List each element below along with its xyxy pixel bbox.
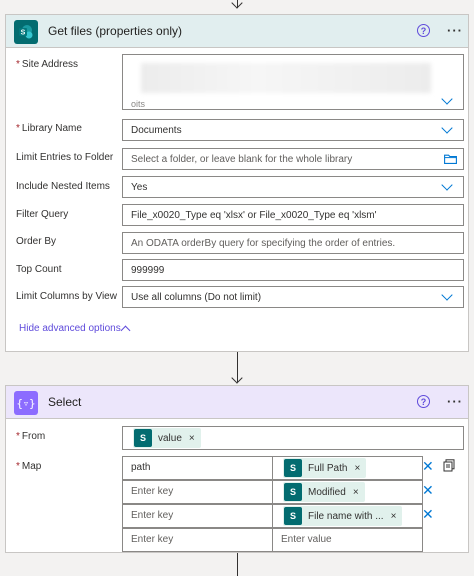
from-token-label: value bbox=[158, 432, 182, 444]
top-count-label: Top Count bbox=[16, 264, 62, 275]
help-icon[interactable]: ? bbox=[417, 395, 430, 408]
chevron-up-icon bbox=[120, 325, 131, 336]
map-key-input[interactable]: Enter key bbox=[122, 528, 273, 552]
select-card: {▿} Select ? ··· * From S value × * Map pa… bbox=[5, 385, 469, 553]
token-label: Modified bbox=[308, 486, 346, 498]
card-title: Get files (properties only) bbox=[48, 24, 183, 38]
help-icon[interactable]: ? bbox=[417, 24, 430, 37]
chevron-down-icon[interactable] bbox=[441, 122, 453, 134]
map-value-input[interactable]: S Full Path × bbox=[272, 456, 423, 480]
delete-row-icon[interactable]: ✕ bbox=[422, 507, 434, 521]
map-key-input[interactable]: Enter key bbox=[122, 480, 273, 504]
limit-folder-placeholder: Select a folder, or leave blank for the … bbox=[131, 154, 353, 165]
chevron-down-icon[interactable] bbox=[441, 179, 453, 191]
token-label: File name with ... bbox=[308, 510, 384, 522]
map-value-placeholder: Enter value bbox=[281, 534, 332, 545]
limit-columns-dropdown[interactable]: Use all columns (Do not limit) bbox=[122, 286, 464, 308]
select-header[interactable]: {▿} Select ? ··· bbox=[6, 386, 468, 419]
map-key-value: path bbox=[131, 462, 151, 473]
limit-folder-label: Limit Entries to Folder bbox=[16, 152, 114, 163]
hide-advanced-label: Hide advanced options bbox=[19, 323, 121, 334]
arrow-down-icon bbox=[231, 372, 243, 384]
folder-icon[interactable] bbox=[444, 154, 457, 164]
card-title: Select bbox=[48, 395, 82, 409]
top-count-input[interactable]: 999999 bbox=[122, 259, 464, 281]
remove-token-icon[interactable]: × bbox=[189, 433, 195, 444]
library-name-value: Documents bbox=[131, 125, 182, 136]
get-files-header[interactable]: S Get files (properties only) ? ··· bbox=[6, 15, 468, 48]
from-label: * From bbox=[16, 431, 46, 442]
sharepoint-icon: S bbox=[284, 507, 302, 525]
map-value-input[interactable]: S Modified × bbox=[272, 480, 423, 504]
sharepoint-icon: S bbox=[284, 459, 302, 477]
nested-dropdown[interactable]: Yes bbox=[122, 176, 464, 198]
delete-row-icon[interactable]: ✕ bbox=[422, 459, 434, 473]
map-key-placeholder: Enter key bbox=[131, 486, 174, 497]
get-files-card: S Get files (properties only) ? ··· * Sit… bbox=[5, 14, 469, 352]
order-by-label: Order By bbox=[16, 236, 57, 247]
limit-folder-field[interactable]: Select a folder, or leave blank for the … bbox=[122, 148, 464, 170]
map-value-input[interactable]: Enter value bbox=[272, 528, 423, 552]
limit-columns-label: Limit Columns by View bbox=[16, 291, 117, 302]
map-key-placeholder: Enter key bbox=[131, 534, 174, 545]
limit-columns-value: Use all columns (Do not limit) bbox=[131, 292, 262, 303]
arrow-down-icon bbox=[231, 0, 243, 9]
map-label: * Map bbox=[16, 461, 42, 472]
filter-query-label: Filter Query bbox=[16, 209, 69, 220]
hide-advanced-options-link[interactable]: Hide advanced options bbox=[19, 323, 131, 336]
filter-query-input[interactable]: File_x0020_Type eq 'xlsx' or File_x0020_… bbox=[122, 204, 464, 226]
library-name-label: * Library Name bbox=[16, 123, 82, 134]
connector-line-bottom bbox=[237, 553, 238, 576]
map-value-token[interactable]: S Modified × bbox=[283, 482, 365, 502]
remove-token-icon[interactable]: × bbox=[391, 511, 397, 522]
site-address-label: * Site Address bbox=[16, 59, 79, 70]
data-operation-icon: {▿} bbox=[14, 391, 38, 415]
nested-label: Include Nested Items bbox=[16, 181, 110, 192]
map-key-input[interactable]: path bbox=[122, 456, 273, 480]
top-count-value: 999999 bbox=[131, 265, 165, 276]
library-name-dropdown[interactable]: Documents bbox=[122, 119, 464, 141]
map-key-input[interactable]: Enter key bbox=[122, 504, 273, 528]
switch-to-text-mode-icon[interactable] bbox=[443, 459, 456, 472]
redacted-value bbox=[141, 63, 431, 93]
sharepoint-icon: S bbox=[14, 20, 38, 44]
order-by-input[interactable]: An ODATA orderBy query for specifying th… bbox=[122, 232, 464, 254]
delete-row-icon[interactable]: ✕ bbox=[422, 483, 434, 497]
token-label: Full Path bbox=[308, 462, 348, 474]
order-by-placeholder: An ODATA orderBy query for specifying th… bbox=[131, 238, 396, 249]
more-options-icon[interactable]: ··· bbox=[447, 23, 463, 38]
map-value-token[interactable]: S File name with ... × bbox=[283, 506, 403, 526]
map-value-token[interactable]: S Full Path × bbox=[283, 458, 367, 478]
sharepoint-icon: S bbox=[284, 483, 302, 501]
site-address-field[interactable]: oits bbox=[122, 54, 464, 110]
from-field[interactable]: S value × bbox=[122, 426, 464, 450]
nested-value: Yes bbox=[131, 182, 148, 193]
chevron-down-icon[interactable] bbox=[441, 93, 453, 105]
more-options-icon[interactable]: ··· bbox=[447, 394, 463, 409]
sharepoint-icon: S bbox=[134, 429, 152, 447]
site-address-partial-value: oits bbox=[131, 99, 146, 109]
from-token[interactable]: S value × bbox=[133, 428, 201, 448]
remove-token-icon[interactable]: × bbox=[353, 487, 359, 498]
remove-token-icon[interactable]: × bbox=[354, 463, 360, 474]
filter-query-value: File_x0020_Type eq 'xlsx' or File_x0020_… bbox=[131, 210, 377, 221]
map-value-input[interactable]: S File name with ... × bbox=[272, 504, 423, 528]
chevron-down-icon[interactable] bbox=[441, 289, 453, 301]
map-key-placeholder: Enter key bbox=[131, 510, 174, 521]
svg-text:S: S bbox=[21, 30, 26, 37]
